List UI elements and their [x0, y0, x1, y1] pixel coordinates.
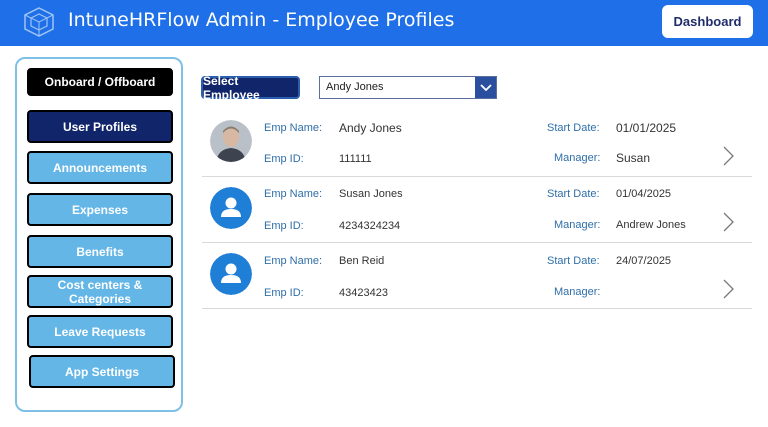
start-date-label: Start Date:	[547, 255, 600, 267]
emp-name-label: Emp Name:	[264, 122, 323, 134]
start-date-label: Start Date:	[547, 188, 600, 200]
manager-label: Manager:	[554, 286, 601, 298]
chevron-down-icon[interactable]	[475, 77, 496, 98]
sidebar-item-leave-requests[interactable]: Leave Requests	[27, 315, 173, 348]
emp-name-value: Susan Jones	[339, 188, 403, 200]
chevron-right-icon[interactable]	[720, 211, 736, 233]
emp-id-label: Emp ID:	[264, 153, 304, 165]
person-icon	[210, 187, 252, 229]
select-employee-button[interactable]: Select Employee	[201, 74, 300, 102]
sidebar-item-announcements[interactable]: Announcements	[27, 151, 173, 184]
emp-id-label: Emp ID:	[264, 287, 304, 299]
sidebar-item-app-settings[interactable]: App Settings	[29, 355, 175, 388]
sidebar-item-cost-centers[interactable]: Cost centers & Categories	[27, 275, 173, 308]
start-date-label: Start Date:	[547, 122, 600, 134]
dashboard-button[interactable]: Dashboard	[662, 5, 753, 38]
manager-value: Andrew Jones	[616, 219, 686, 231]
app-logo-icon	[24, 7, 54, 37]
start-date-value: 01/04/2025	[616, 188, 672, 200]
sidebar: Onboard / Offboard User Profiles Announc…	[15, 57, 183, 412]
start-date-value: 01/01/2025	[616, 121, 677, 135]
person-icon	[210, 253, 252, 295]
emp-id-value: 4234324234	[339, 220, 401, 232]
start-date-value: 24/07/2025	[616, 255, 672, 267]
chevron-right-icon[interactable]	[720, 145, 736, 167]
table-row[interactable]: Emp Name: Ben Reid Emp ID: 43423423 Star…	[202, 243, 752, 309]
top-bar: IntuneHRFlow Admin - Employee Profiles D…	[0, 0, 768, 46]
sidebar-item-expenses[interactable]: Expenses	[27, 193, 173, 226]
sidebar-item-benefits[interactable]: Benefits	[27, 235, 173, 268]
manager-label: Manager:	[554, 152, 601, 164]
table-row[interactable]: Emp Name: Susan Jones Emp ID: 4234324234…	[202, 177, 752, 243]
emp-id-value: 43423423	[339, 287, 388, 299]
emp-name-value: Andy Jones	[339, 121, 402, 135]
emp-id-value: 111111	[339, 153, 372, 165]
table-row[interactable]: Emp Name: Andy Jones Emp ID: 111111 Star…	[202, 111, 752, 177]
manager-label: Manager:	[554, 219, 601, 231]
emp-name-label: Emp Name:	[264, 188, 323, 200]
employee-dropdown[interactable]: Andy Jones	[319, 76, 497, 99]
emp-name-value: Ben Reid	[339, 255, 385, 267]
emp-name-label: Emp Name:	[264, 255, 323, 267]
avatar-photo	[210, 120, 252, 162]
dropdown-selected-value: Andy Jones	[326, 81, 384, 93]
emp-id-label: Emp ID:	[264, 220, 304, 232]
page-title: IntuneHRFlow Admin - Employee Profiles	[68, 9, 455, 31]
chevron-right-icon[interactable]	[720, 278, 736, 300]
sidebar-item-user-profiles[interactable]: User Profiles	[27, 110, 173, 143]
sidebar-item-onboard-offboard[interactable]: Onboard / Offboard	[27, 68, 173, 96]
manager-value: Susan	[616, 151, 651, 165]
